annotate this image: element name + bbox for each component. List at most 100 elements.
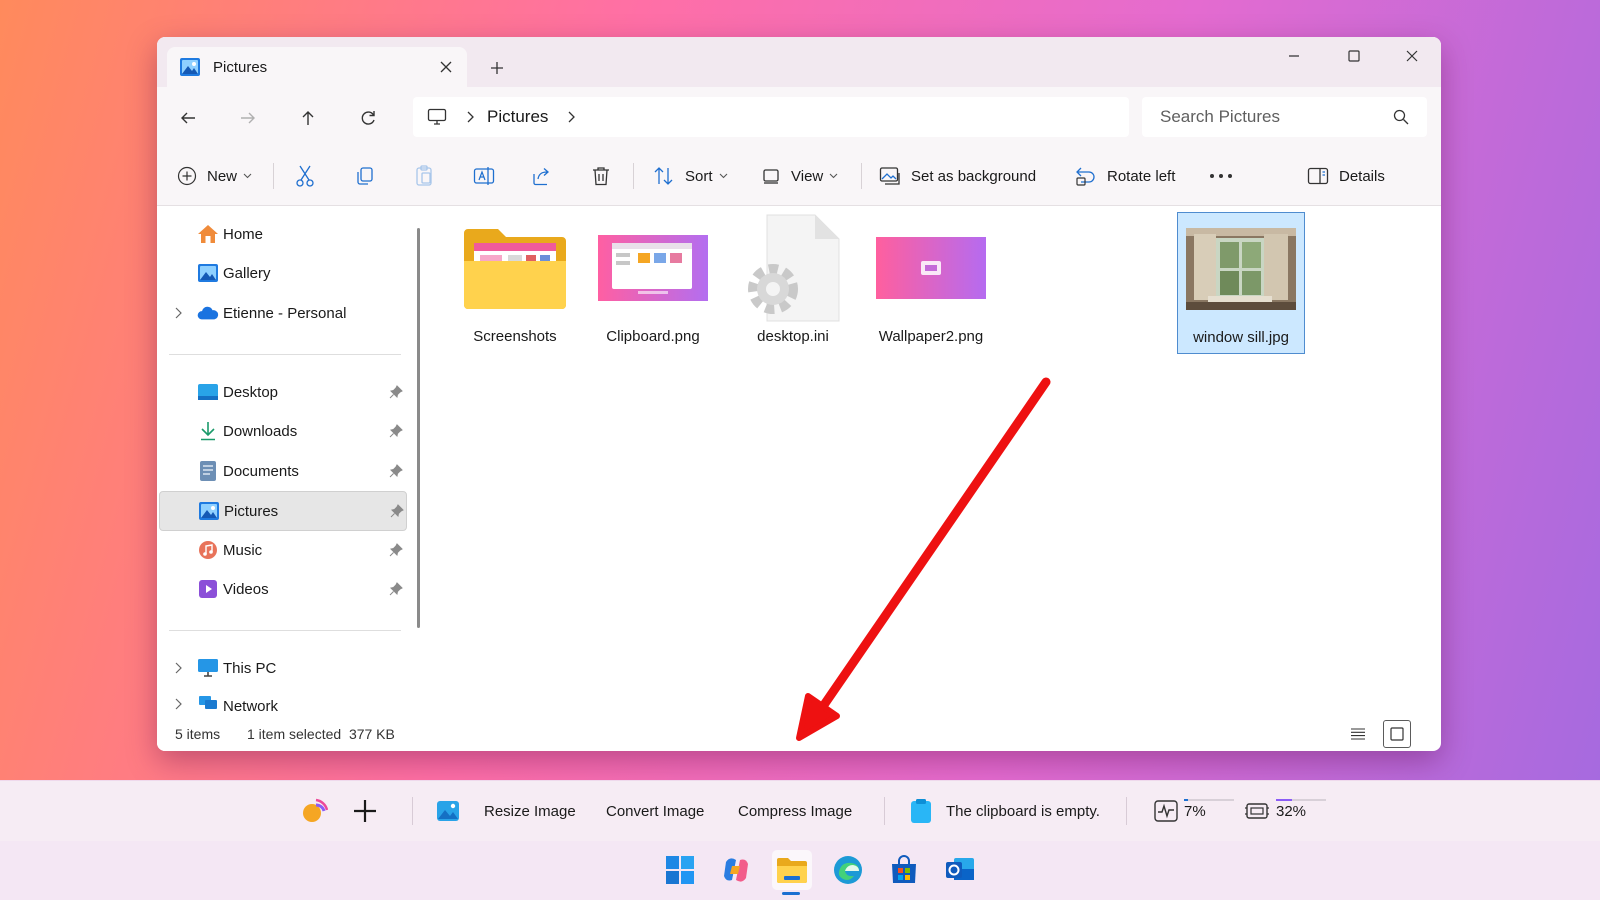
large-icons-view-icon[interactable]	[1383, 720, 1411, 748]
taskbar	[0, 841, 1600, 900]
sidebar-item-music[interactable]: Music	[159, 531, 405, 569]
command-bar: New Sort View Set as background Rotate l…	[157, 147, 1441, 206]
more-options-button[interactable]	[1209, 157, 1233, 195]
pin-icon[interactable]	[390, 504, 404, 518]
file-item-window-sill[interactable]: window sill.jpg	[1177, 212, 1305, 354]
clipboard-status[interactable]: The clipboard is empty.	[946, 793, 1100, 829]
file-explorer-icon[interactable]	[772, 850, 812, 890]
separator	[633, 163, 634, 189]
gallery-icon	[197, 262, 219, 284]
search-icon[interactable]	[1393, 109, 1409, 125]
rotate-left-icon	[1075, 166, 1097, 186]
details-button[interactable]: Details	[1307, 157, 1385, 195]
trash-icon	[592, 166, 610, 186]
details-label: Details	[1339, 167, 1385, 185]
maximize-icon[interactable]	[1325, 37, 1383, 75]
image-thumbnail	[589, 212, 717, 324]
app-logo-icon[interactable]	[300, 793, 328, 829]
back-arrow-icon[interactable]	[171, 101, 205, 135]
start-icon[interactable]	[660, 850, 700, 890]
chevron-right-icon[interactable]	[171, 662, 185, 674]
scissors-icon	[295, 165, 315, 187]
rename-button[interactable]	[473, 157, 495, 195]
pin-icon[interactable]	[389, 464, 403, 478]
sidebar-item-pictures[interactable]: Pictures	[159, 491, 407, 531]
chevron-down-icon	[243, 173, 252, 179]
set-as-background-label: Set as background	[911, 167, 1037, 185]
sidebar-scrollbar[interactable]	[417, 228, 420, 628]
chevron-down-icon	[719, 173, 728, 179]
store-icon[interactable]	[884, 850, 924, 890]
set-as-background-button[interactable]: Set as background	[879, 157, 1036, 195]
up-arrow-icon[interactable]	[291, 101, 325, 135]
copilot-icon[interactable]	[716, 850, 756, 890]
sidebar-divider	[169, 630, 401, 631]
resize-image-button[interactable]: Resize Image	[484, 793, 576, 829]
rotate-left-button[interactable]: Rotate left	[1075, 157, 1175, 195]
document-icon	[197, 460, 219, 482]
pin-icon[interactable]	[389, 543, 403, 557]
forward-arrow-icon[interactable]	[231, 101, 265, 135]
close-window-icon[interactable]	[1383, 37, 1441, 75]
separator	[273, 163, 274, 189]
separator	[1126, 797, 1127, 825]
sidebar-item-onedrive[interactable]: Etienne - Personal	[159, 294, 405, 332]
search-input[interactable]: Search Pictures	[1160, 107, 1393, 127]
cpu-monitor-icon	[1154, 793, 1178, 829]
sidebar-item-documents[interactable]: Documents	[159, 452, 405, 490]
file-explorer-window: Pictures Pictures Search Pictures New So…	[157, 37, 1441, 751]
sidebar-label: Desktop	[223, 383, 279, 401]
sort-button[interactable]: Sort	[653, 157, 728, 195]
file-item-desktop-ini[interactable]: desktop.ini	[729, 212, 857, 354]
paste-button[interactable]	[414, 157, 434, 195]
edge-icon[interactable]	[828, 850, 868, 890]
convert-image-button[interactable]: Convert Image	[606, 793, 704, 829]
pin-icon[interactable]	[389, 385, 403, 399]
sidebar-item-this-pc[interactable]: This PC	[159, 649, 405, 687]
navigation-pane: Home Gallery Etienne - Personal Desktop	[157, 206, 427, 751]
search-box[interactable]: Search Pictures	[1142, 97, 1427, 137]
new-tab-icon[interactable]	[482, 53, 512, 83]
copy-button[interactable]	[355, 157, 375, 195]
file-item-screenshots[interactable]: Screenshots	[451, 212, 579, 354]
sidebar-item-downloads[interactable]: Downloads	[159, 412, 405, 450]
file-item-wallpaper2[interactable]: Wallpaper2.png	[867, 212, 995, 354]
pin-icon[interactable]	[389, 582, 403, 596]
compress-image-button[interactable]: Compress Image	[738, 793, 852, 829]
chevron-right-icon[interactable]	[566, 111, 576, 123]
refresh-icon[interactable]	[351, 101, 385, 135]
active-app-indicator	[782, 892, 800, 895]
separator	[412, 797, 413, 825]
cut-button[interactable]	[295, 157, 315, 195]
sidebar-label: Videos	[223, 580, 269, 598]
sidebar-item-desktop[interactable]: Desktop	[159, 373, 405, 411]
outlook-icon[interactable]	[940, 850, 980, 890]
sidebar-item-gallery[interactable]: Gallery	[159, 254, 405, 292]
add-button[interactable]	[352, 793, 378, 829]
minimize-icon[interactable]	[1265, 37, 1323, 75]
breadcrumb-pictures[interactable]: Pictures	[487, 107, 548, 127]
settings-file-thumbnail	[729, 212, 857, 324]
status-bar: 5 items 1 item selected 377 KB	[157, 717, 1441, 751]
details-view-icon[interactable]	[1347, 723, 1369, 745]
sidebar-item-videos[interactable]: Videos	[159, 570, 405, 608]
memory-monitor-icon	[1244, 793, 1270, 829]
new-button[interactable]: New	[177, 157, 252, 195]
chevron-right-icon[interactable]	[171, 698, 185, 710]
address-bar[interactable]: Pictures	[413, 97, 1129, 137]
chevron-right-icon[interactable]	[171, 307, 185, 319]
file-item-clipboard[interactable]: Clipboard.png	[589, 212, 717, 354]
new-label: New	[207, 167, 238, 185]
desktop-icon	[197, 381, 219, 403]
sidebar-label: Documents	[223, 462, 299, 480]
view-button[interactable]: View	[761, 157, 838, 195]
tab-pictures[interactable]: Pictures	[167, 47, 467, 87]
pin-icon[interactable]	[389, 424, 403, 438]
image-icon	[436, 793, 460, 829]
quick-actions-toolbar: Resize Image Convert Image Compress Imag…	[0, 780, 1600, 842]
sidebar-item-network[interactable]: Network	[159, 688, 405, 714]
sidebar-item-home[interactable]: Home	[159, 215, 405, 253]
close-tab-icon[interactable]	[431, 52, 461, 82]
delete-button[interactable]	[592, 157, 610, 195]
share-button[interactable]	[532, 157, 552, 195]
